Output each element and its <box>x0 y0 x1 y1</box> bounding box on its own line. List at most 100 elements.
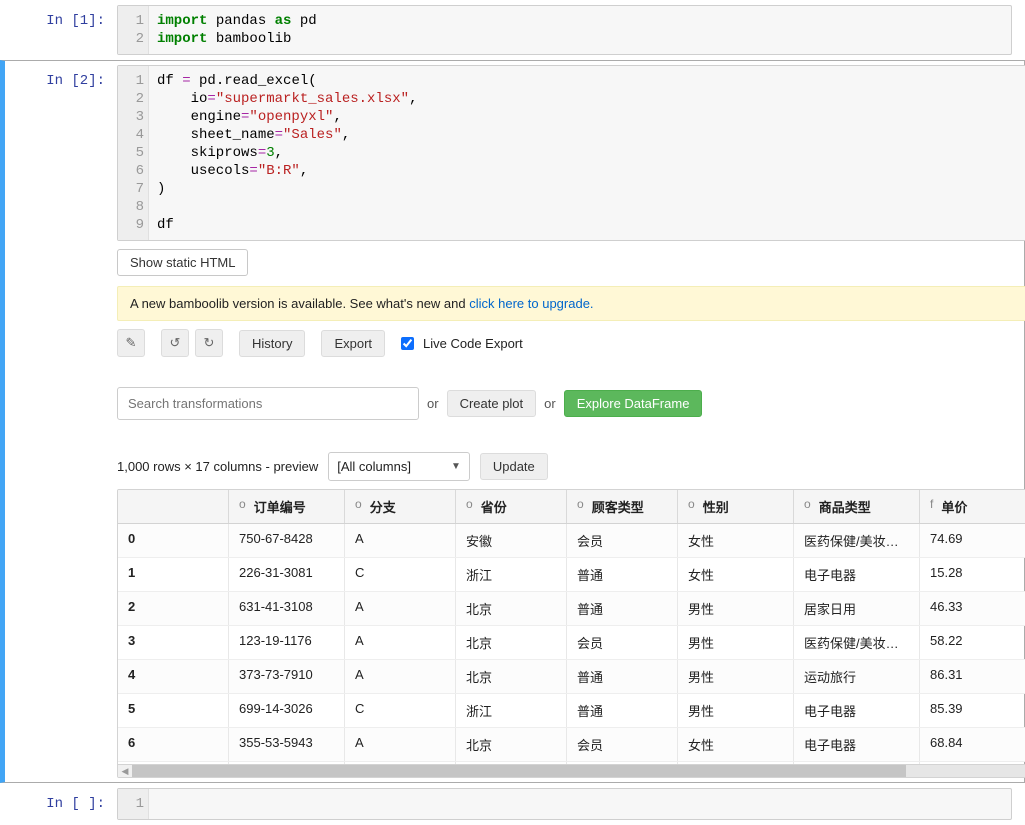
bamboolib-toolbar: ✎ ↺ ↻ History Export Live Code Export <box>117 329 1025 357</box>
cell: 北京 <box>456 592 567 625</box>
code-editor[interactable]: 1 <box>117 788 1012 820</box>
row-index: 5 <box>118 694 229 727</box>
cell-prompt-3: In [ ]: <box>5 788 117 820</box>
create-plot-button[interactable]: Create plot <box>447 390 537 417</box>
code-cell[interactable]: In [ ]: 1 <box>0 783 1025 825</box>
grid-header: o订单编号o分支o省份o顾客类型o性别o商品类型f单价i <box>118 490 1025 524</box>
cell: 750-67-8428 <box>229 524 345 557</box>
scroll-left-icon[interactable]: ◀ <box>118 765 132 777</box>
table-row[interactable]: 3123-19-1176A北京会员男性医药保健/美妆清洁58.22 <box>118 626 1025 660</box>
cell: 普通 <box>567 592 678 625</box>
table-row[interactable]: 5699-14-3026C浙江普通男性电子电器85.39 <box>118 694 1025 728</box>
cell: 女性 <box>678 728 794 761</box>
upgrade-link[interactable]: click here to upgrade. <box>469 296 593 311</box>
cell: 浙江 <box>456 694 567 727</box>
cell: 电子电器 <box>794 558 920 591</box>
cell: 46.33 <box>920 592 1025 625</box>
dataframe-grid: o订单编号o分支o省份o顾客类型o性别o商品类型f单价i 0750-67-842… <box>117 489 1025 778</box>
cell: A <box>345 728 456 761</box>
chevron-down-icon: ▼ <box>451 461 461 472</box>
column-header[interactable]: o商品类型 <box>794 490 920 523</box>
column-header[interactable]: o分支 <box>345 490 456 523</box>
column-header[interactable]: o性别 <box>678 490 794 523</box>
cell: 男性 <box>678 626 794 659</box>
upgrade-text: A new bamboolib version is available. Se… <box>130 296 469 311</box>
cell: 电子电器 <box>794 694 920 727</box>
table-row[interactable]: 6355-53-5943A北京会员女性电子电器68.84 <box>118 728 1025 762</box>
cell: 123-19-1176 <box>229 626 345 659</box>
history-button[interactable]: History <box>239 330 305 357</box>
cell: 会员 <box>567 626 678 659</box>
columns-select-label: [All columns] <box>337 459 411 474</box>
column-header[interactable] <box>118 490 229 523</box>
column-header[interactable]: o订单编号 <box>229 490 345 523</box>
cell: 74.69 <box>920 524 1025 557</box>
row-index: 4 <box>118 660 229 693</box>
cell: 女性 <box>678 558 794 591</box>
cell: 男性 <box>678 592 794 625</box>
code-content[interactable]: import pandas as pdimport bamboolib <box>149 6 325 54</box>
cell: 普通 <box>567 558 678 591</box>
cell: 226-31-3081 <box>229 558 345 591</box>
line-numbers: 1 <box>118 789 149 819</box>
cell: 会员 <box>567 728 678 761</box>
cell: 运动旅行 <box>794 660 920 693</box>
code-editor[interactable]: 12 import pandas as pdimport bamboolib <box>117 5 1012 55</box>
cell: A <box>345 660 456 693</box>
cell: 安徽 <box>456 524 567 557</box>
update-button[interactable]: Update <box>480 453 548 480</box>
cell: 普通 <box>567 660 678 693</box>
cell: 男性 <box>678 660 794 693</box>
live-code-export-toggle[interactable]: Live Code Export <box>397 334 523 353</box>
edit-icon[interactable]: ✎ <box>117 329 145 357</box>
grid-body[interactable]: 0750-67-8428A安徽会员女性医药保健/美妆清洁74.691226-31… <box>118 524 1025 764</box>
cell: C <box>345 762 456 764</box>
cell: 北京 <box>456 626 567 659</box>
column-header[interactable]: o顾客类型 <box>567 490 678 523</box>
cell: C <box>345 694 456 727</box>
line-numbers: 12 <box>118 6 149 54</box>
columns-select[interactable]: [All columns] ▼ <box>328 452 470 481</box>
cell: 315-22-5665 <box>229 762 345 764</box>
cell: A <box>345 592 456 625</box>
table-row[interactable]: 0750-67-8428A安徽会员女性医药保健/美妆清洁74.69 <box>118 524 1025 558</box>
row-index: 3 <box>118 626 229 659</box>
table-row[interactable]: 1226-31-3081C浙江普通女性电子电器15.28 <box>118 558 1025 592</box>
cell: 女性 <box>678 524 794 557</box>
table-row[interactable]: 2631-41-3108A北京普通男性居家日用46.33 <box>118 592 1025 626</box>
code-cell[interactable]: In [1]: 12 import pandas as pdimport bam… <box>0 0 1025 60</box>
search-transformations-input[interactable] <box>117 387 419 420</box>
live-code-export-checkbox[interactable] <box>401 337 414 350</box>
cell: 北京 <box>456 660 567 693</box>
column-header[interactable]: o省份 <box>456 490 567 523</box>
action-row: or Create plot or Explore DataFrame <box>117 387 1025 420</box>
code-content[interactable] <box>149 789 1011 819</box>
show-static-html-button[interactable]: Show static HTML <box>117 249 248 276</box>
table-row[interactable]: 4373-73-7910A北京普通男性运动旅行86.31 <box>118 660 1025 694</box>
cell: 15.28 <box>920 558 1025 591</box>
column-header[interactable]: f单价 <box>920 490 1025 523</box>
undo-icon[interactable]: ↺ <box>161 329 189 357</box>
horizontal-scrollbar[interactable]: ◀ ▶ <box>118 764 1025 777</box>
cell: 居家日用 <box>794 592 920 625</box>
redo-icon[interactable]: ↻ <box>195 329 223 357</box>
cell: 浙江 <box>456 762 567 764</box>
cell: 居家日用 <box>794 762 920 764</box>
export-button[interactable]: Export <box>321 330 385 357</box>
code-content[interactable]: df = pd.read_excel( io="supermarkt_sales… <box>149 66 425 240</box>
cell-prompt-2: In [2]: <box>5 65 117 778</box>
cell: 电子电器 <box>794 728 920 761</box>
cell: 73.56 <box>920 762 1025 764</box>
table-row[interactable]: 7315-22-5665C浙江普通女性居家日用73.56 <box>118 762 1025 764</box>
code-cell-selected[interactable]: In [2]: 123456789 df = pd.read_excel( io… <box>0 60 1025 783</box>
code-editor[interactable]: 123456789 df = pd.read_excel( io="superm… <box>117 65 1025 241</box>
cell: 普通 <box>567 762 678 764</box>
line-numbers: 123456789 <box>118 66 149 240</box>
upgrade-banner: A new bamboolib version is available. Se… <box>117 286 1025 321</box>
explore-dataframe-button[interactable]: Explore DataFrame <box>564 390 703 417</box>
cell: 68.84 <box>920 728 1025 761</box>
live-code-export-label: Live Code Export <box>423 336 523 351</box>
or-label-2: or <box>544 396 556 411</box>
cell: 631-41-3108 <box>229 592 345 625</box>
cell-prompt-1: In [1]: <box>5 5 117 55</box>
